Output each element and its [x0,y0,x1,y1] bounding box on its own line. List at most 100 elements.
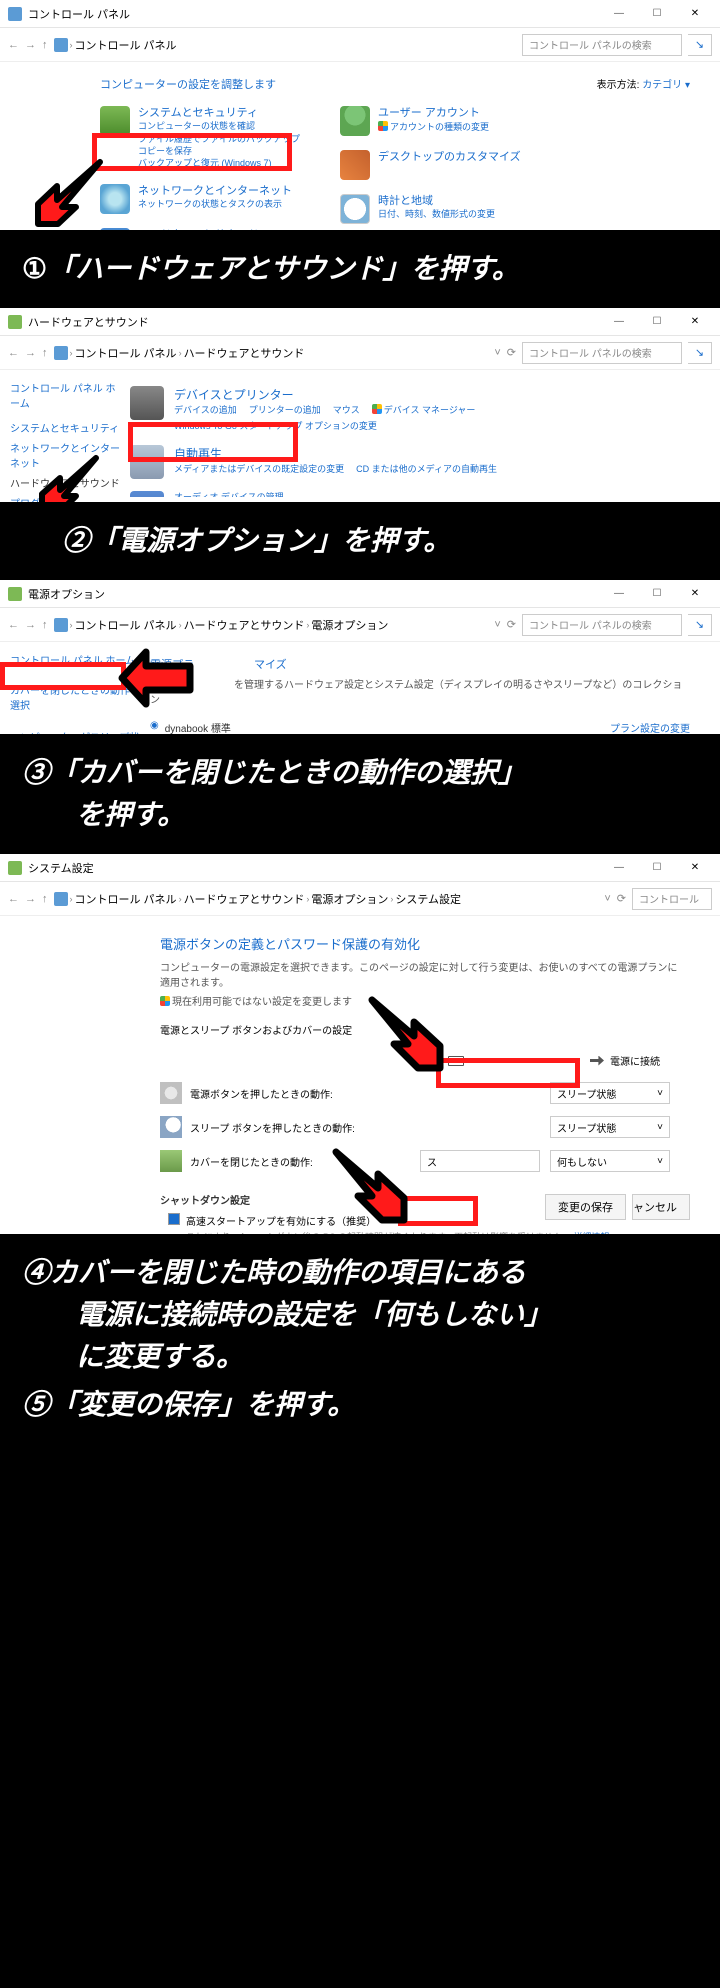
app-icon [8,315,22,329]
user-icon [340,106,370,136]
window-titlebar: システム設定 —☐✕ [0,854,720,882]
step-1-caption: ①①「ハードウェアとサウンド」を押す。「ハードウェアとサウンド」を押す。 [0,230,720,308]
select-lid-bat[interactable]: ス˅ [420,1150,540,1172]
arrow-annotation-icon [32,152,110,230]
select-sleep-ac[interactable]: スリープ状態˅ [550,1116,670,1138]
row-sleep-button: スリープ ボタンを押したときの動作: スリープ状態˅ スリープ状態˅ [160,1110,680,1144]
ss-heading: 電源ボタンの定義とパスワード保護の有効化 [160,934,680,953]
forward-arrow-icon: → [25,39,36,51]
arrow-annotation-icon [326,1142,412,1228]
autoplay-row[interactable]: 自動再生メディアまたはデバイスの既定設定の変更CD または他のメディアの自動再生 [130,439,690,485]
power-options-row[interactable]: 電源オプションバッテリ設定の変更電源ボタンの動作コンピューターがスリープ状態にな… [130,497,690,502]
window-title: システム設定 [28,860,602,876]
search-button[interactable]: ↘ [688,342,712,364]
up-arrow-icon[interactable]: ↑ [42,619,48,631]
clock-icon [340,194,370,224]
minimize-button[interactable]: — [602,4,636,24]
view-mode-label: 表示方法: カテゴリ ▾ [597,76,690,92]
plan-balanced[interactable]: ◉dynabook 標準自動的にパフォーマンスと電力消費のバランスを取ります。(… [150,716,690,734]
select-power-ac[interactable]: スリープ状態˅ [550,1082,670,1104]
search-input[interactable]: コントロール [632,888,712,910]
minimize-button[interactable]: — [602,312,636,332]
breadcrumb[interactable]: ›コントロール パネル›ハードウェアとサウンド›電源オプション [54,617,489,633]
window-title: ハードウェアとサウンド [28,314,602,330]
search-button[interactable]: ↘ [688,614,712,636]
close-button[interactable]: ✕ [678,584,712,604]
maximize-button[interactable]: ☐ [640,312,674,332]
plan-settings-link[interactable]: プラン設定の変更 [610,720,690,734]
back-arrow-icon[interactable]: ← [8,347,19,359]
maximize-button[interactable]: ☐ [640,584,674,604]
back-arrow-icon[interactable]: ← [8,619,19,631]
autoplay-icon [130,445,164,479]
laptop-icon [160,1150,182,1172]
save-button[interactable]: 変更の保存 [545,1194,626,1220]
adjust-heading: コンピューターの設定を調整します [100,76,276,92]
minimize-button[interactable]: — [602,858,636,878]
power-plan-heading: 電源プラマイズ [150,656,690,672]
step-2-caption: ②「電源オプション」を押す。 [0,502,720,580]
arrow-annotation-icon [116,646,196,710]
cp-home-link[interactable]: コントロール パネル ホーム [10,380,120,410]
back-arrow-icon[interactable]: ← [8,39,19,51]
breadcrumb-icon [54,38,68,52]
sleep-icon [160,1116,182,1138]
arrow-annotation-icon [362,990,448,1076]
category-desktop[interactable]: デスクトップのカスタマイズ [340,150,540,180]
sound-icon [130,491,164,497]
window-titlebar: 電源オプション —☐✕ [0,580,720,608]
select-lid-ac[interactable]: 何もしない˅ [550,1150,670,1172]
category-network[interactable]: ネットワークとインターネットネットワークの状態とタスクの表示 [100,184,300,214]
devices-printers-row[interactable]: デバイスとプリンターデバイスの追加プリンターの追加マウスデバイス マネージャーW… [130,380,690,439]
search-button[interactable]: ↘ [688,34,712,56]
close-button[interactable]: ✕ [678,312,712,332]
minimize-button[interactable]: — [602,584,636,604]
category-system-security[interactable]: システムとセキュリティコンピューターの状態を確認ファイル履歴でファイルのバックア… [100,106,300,170]
window-titlebar: ハードウェアとサウンド —☐✕ [0,308,720,336]
breadcrumb-item[interactable]: コントロール パネル [75,37,177,53]
category-hardware-sound[interactable]: ハードウェアとサウンドデバイスとプリンターの表示デバイスの追加 [100,228,300,230]
search-input[interactable]: コントロール パネルの検索 [522,34,682,56]
up-arrow-icon[interactable]: ↑ [42,347,48,359]
breadcrumb[interactable]: › コントロール パネル [54,37,517,53]
search-input[interactable]: コントロール パネルの検索 [522,614,682,636]
breadcrumb[interactable]: › コントロール パネル› ハードウェアとサウンド [54,345,489,361]
row-power-button: 電源ボタンを押したときの動作: スリープ状態˅ スリープ状態˅ [160,1076,680,1110]
maximize-button[interactable]: ☐ [640,858,674,878]
forward-arrow-icon: → [25,347,36,359]
view-mode-link[interactable]: カテゴリ ▾ [642,80,690,91]
maximize-button[interactable]: ☐ [640,4,674,24]
ss-desc: コンピューターの電源設定を選択できます。このページの設定に対して行う変更は、お使… [160,959,680,989]
window-title: 電源オプション [28,586,602,602]
back-arrow-icon[interactable]: ← [8,893,19,905]
step-3-caption: ③「カバーを閉じたときの動作の選択」を押す。 [0,734,720,854]
th-battery: バッテリ駆動 [448,1053,530,1068]
breadcrumb[interactable]: ›コントロール パネル›ハードウェアとサウンド›電源オプション›システム設定 [54,891,599,907]
desktop-icon [340,150,370,180]
window-titlebar: コントロール パネル — ☐ ✕ [0,0,720,28]
th-ac: 電源に接続 [590,1053,660,1068]
app-icon [8,861,22,875]
shield-icon [100,106,130,136]
category-user-accounts[interactable]: ユーザー アカウントアカウントの種類の変更 [340,106,540,136]
plug-icon [590,1056,604,1066]
cancel-button[interactable]: ャンセル [632,1194,690,1220]
window-title: コントロール パネル [28,6,602,22]
nav-bar: ← → ↑ › コントロール パネル コントロール パネルの検索 ↘ [0,28,720,62]
arrow-annotation-icon [36,448,106,502]
nav-bar: ← → ↑ › コントロール パネル› ハードウェアとサウンド ˅⟳ コントロー… [0,336,720,370]
power-button-icon [160,1082,182,1104]
nav-bar: ← → ↑ ›コントロール パネル›ハードウェアとサウンド›電源オプション›システム… [0,882,720,916]
search-input[interactable]: コントロール パネルの検索 [522,342,682,364]
row-lid-close: カバーを閉じたときの動作: ス˅ 何もしない˅ [160,1144,680,1178]
close-button[interactable]: ✕ [678,4,712,24]
up-arrow-icon[interactable]: ↑ [42,39,48,51]
category-clock[interactable]: 時計と地域日付、時刻、数値形式の変更 [340,194,540,224]
nav-bar: ←→↑ ›コントロール パネル›ハードウェアとサウンド›電源オプション ˅⟳ コ… [0,608,720,642]
close-button[interactable]: ✕ [678,858,712,878]
battery-icon [448,1056,464,1066]
step-4-5-caption: ④カバーを閉じた時の動作の項目にある電源に接続時の設定を「何もしない」に変更する… [0,1234,720,1444]
up-arrow-icon[interactable]: ↑ [42,893,48,905]
forward-arrow-icon: → [25,893,36,905]
sound-row[interactable]: オーディオ デバイスの管理 [130,485,690,497]
